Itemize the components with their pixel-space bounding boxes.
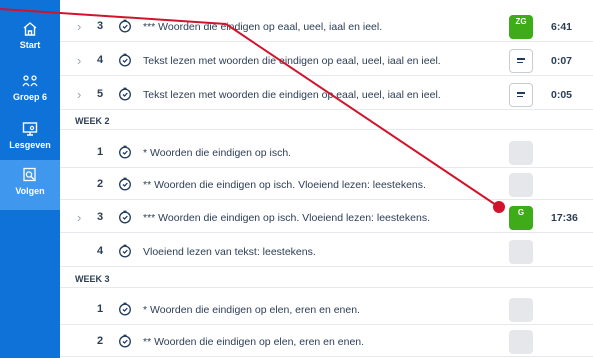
lesson-title: Vloeiend lezen van tekst: leestekens. <box>143 246 316 258</box>
lesson-title: Tekst lezen met woorden die eindigen op … <box>143 89 441 101</box>
lesson-time: 6:41 <box>551 21 573 33</box>
lesson-title: * Woorden die eindigen op elen, eren en … <box>143 304 360 316</box>
week-label: WEEK 3 <box>75 274 110 284</box>
nav-teach[interactable]: Lesgeven <box>0 114 60 166</box>
timer-icon <box>119 87 131 101</box>
chevron-right-icon[interactable]: › <box>77 87 81 102</box>
lesson-number: 3 <box>96 20 104 32</box>
lesson-row[interactable]: › 3 *** Woorden die eindigen op eaal, ue… <box>60 12 593 42</box>
lesson-time: 0:07 <box>551 55 573 67</box>
lesson-row[interactable]: 4 Vloeiend lezen van tekst: leestekens. <box>60 237 593 267</box>
lesson-number: 3 <box>96 211 104 223</box>
nav-start[interactable]: Start <box>0 14 60 66</box>
home-icon <box>23 22 37 36</box>
lesson-number: 1 <box>96 303 104 315</box>
teach-icon <box>22 122 38 136</box>
nav-follow-label: Volgen <box>15 186 45 196</box>
nav-group-label: Groep 6 <box>12 92 47 102</box>
empty-badge[interactable] <box>509 240 533 264</box>
lesson-row[interactable]: 2 ** Woorden die eindigen op elen, eren … <box>60 327 593 357</box>
empty-badge[interactable] <box>509 298 533 322</box>
status-badge[interactable]: G <box>509 206 533 230</box>
empty-badge[interactable] <box>509 173 533 197</box>
week-header: WEEK 2 <box>60 112 593 130</box>
document-icon <box>517 92 525 99</box>
lesson-title: ** Woorden die eindigen op isch. Vloeien… <box>143 179 426 191</box>
document-icon <box>517 58 525 65</box>
lesson-list: › 3 *** Woorden die eindigen op eaal, ue… <box>60 0 593 358</box>
chevron-right-icon[interactable]: › <box>77 53 81 68</box>
chevron-right-icon[interactable]: › <box>77 19 81 34</box>
lesson-time: 17:36 <box>551 212 578 224</box>
lesson-row[interactable]: 1 * Woorden die eindigen op isch. <box>60 138 593 168</box>
lesson-title: ** Woorden die eindigen op elen, eren en… <box>143 336 365 348</box>
timer-icon <box>119 210 131 224</box>
timer-icon <box>119 145 131 159</box>
lesson-row[interactable]: 1 * Woorden die eindigen op elen, eren e… <box>60 295 593 325</box>
lesson-number: 5 <box>96 88 104 100</box>
lesson-number: 1 <box>96 146 104 158</box>
week-header: WEEK 3 <box>60 270 593 288</box>
lesson-row[interactable]: › 5 Tekst lezen met woorden die eindigen… <box>60 80 593 110</box>
lesson-number: 4 <box>96 245 104 257</box>
timer-icon <box>119 19 131 33</box>
timer-icon <box>119 177 131 191</box>
lesson-number: 2 <box>96 335 104 347</box>
monitor-icon <box>23 167 36 182</box>
timer-icon <box>119 302 131 316</box>
lesson-title: Tekst lezen met woorden die eindigen op … <box>143 55 441 67</box>
badge-label: ZG <box>515 17 527 26</box>
lesson-number: 4 <box>96 54 104 66</box>
nav-teach-label: Lesgeven <box>9 140 51 150</box>
lesson-row[interactable]: › 3 *** Woorden die eindigen op isch. Vl… <box>60 203 593 233</box>
lesson-number: 2 <box>96 178 104 190</box>
timer-icon <box>119 244 131 258</box>
document-badge[interactable] <box>509 49 533 73</box>
empty-badge[interactable] <box>509 330 533 354</box>
timer-icon <box>119 53 131 67</box>
lesson-title: *** Woorden die eindigen op eaal, ueel, … <box>143 21 383 33</box>
badge-label: G <box>517 208 525 217</box>
lesson-row[interactable]: 2 ** Woorden die eindigen op isch. Vloei… <box>60 170 593 200</box>
status-badge[interactable]: ZG <box>509 15 533 39</box>
empty-badge[interactable] <box>509 141 533 165</box>
group-icon <box>22 75 38 87</box>
nav-start-label: Start <box>19 40 41 50</box>
document-badge[interactable] <box>509 83 533 107</box>
lesson-title: *** Woorden die eindigen op isch. Vloeie… <box>143 212 430 224</box>
timer-icon <box>119 334 131 348</box>
lesson-title: * Woorden die eindigen op isch. <box>143 147 292 159</box>
chevron-right-icon[interactable]: › <box>77 210 81 225</box>
sidebar: Start Groep 6 Lesgeven Volgen <box>0 0 60 358</box>
lesson-row[interactable]: › 4 Tekst lezen met woorden die eindigen… <box>60 46 593 76</box>
lesson-time: 0:05 <box>551 89 573 101</box>
nav-follow[interactable]: Volgen <box>0 160 60 210</box>
week-label: WEEK 2 <box>75 116 110 126</box>
nav-group[interactable]: Groep 6 <box>0 66 60 118</box>
